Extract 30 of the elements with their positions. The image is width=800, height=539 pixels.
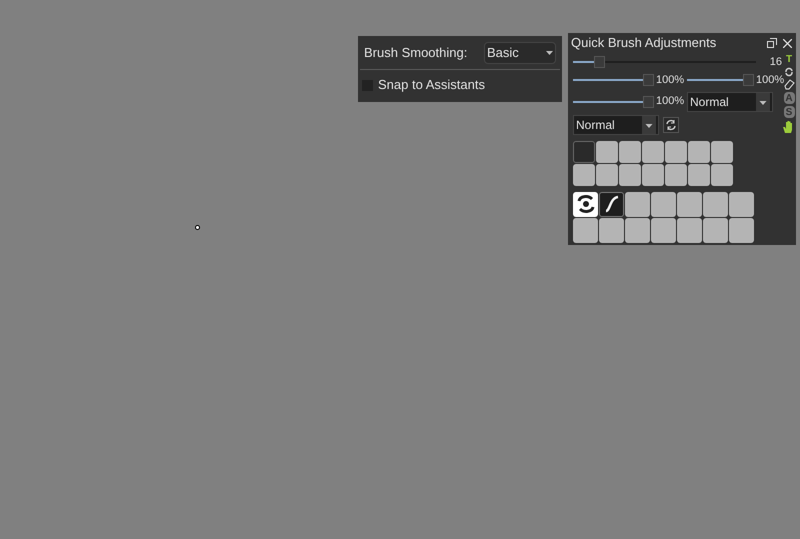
color-swatch[interactable] [573,140,595,162]
size-slider[interactable] [573,56,756,68]
opacity-slider[interactable] [573,74,654,86]
smoothing-label: Brush Smoothing: [364,44,468,62]
brush-preset[interactable] [573,192,598,216]
close-icon[interactable] [783,38,792,48]
caret-icon [756,92,770,110]
mode-dropdown[interactable]: Normal [573,114,659,134]
hand-icon[interactable] [783,120,795,133]
brush-preset[interactable] [599,192,624,216]
caret-icon [642,116,656,134]
panel-title: Quick Brush Adjustments [571,34,716,52]
snap-label: Snap to Assistants [378,76,485,94]
cursor-icon [195,225,200,230]
float-icon[interactable] [767,38,777,48]
slider-value: 100% [656,73,684,88]
opacity-slider[interactable] [573,96,654,108]
swirl-brush-icon [576,195,596,213]
eraser-icon[interactable] [784,79,794,90]
stroke-brush-icon [604,195,620,213]
slider-value: 100% [656,94,684,110]
opacity-slider[interactable] [687,74,754,86]
size-value: 16 [768,54,782,70]
caret-icon [546,50,553,54]
refresh-icon[interactable] [663,116,679,132]
smoothing-dropdown[interactable]: Basic [484,42,556,64]
cycle-icon[interactable] [784,67,794,77]
blend-dropdown[interactable]: Normal [687,92,773,112]
slider-value: 100% [756,73,784,88]
tool-toggle[interactable]: T [784,53,794,65]
